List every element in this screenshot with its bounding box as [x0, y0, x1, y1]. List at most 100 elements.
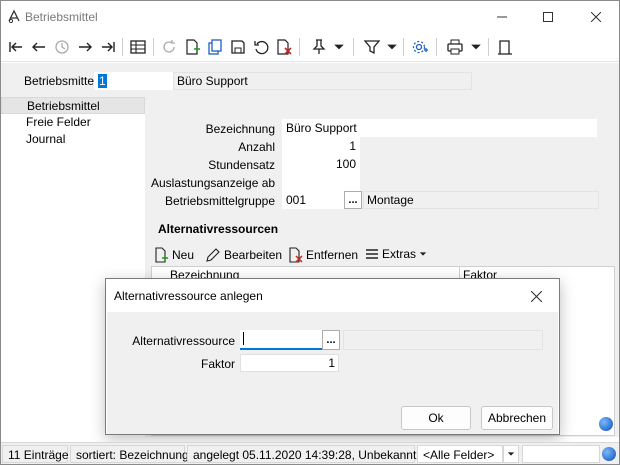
- extras-menu[interactable]: Extras: [365, 247, 427, 261]
- next-record-button[interactable]: [75, 37, 95, 57]
- dialog-title: Alternativressource anlegen: [114, 289, 263, 303]
- caret-down-icon: [387, 44, 397, 50]
- last-record-button[interactable]: [98, 37, 118, 57]
- menu-icon: [366, 249, 378, 259]
- betriebsmittelgruppe-label: Betriebsmittelgruppe: [164, 194, 275, 208]
- auslastung-label: Auslastungsanzeige ab: [151, 176, 276, 190]
- window-title: Betriebsmittel: [25, 10, 98, 24]
- field-filter-select[interactable]: <Alle Felder>: [417, 445, 503, 463]
- first-record-button[interactable]: [6, 37, 26, 57]
- ok-button[interactable]: Ok: [401, 406, 471, 430]
- settings-button[interactable]: [410, 37, 430, 57]
- entfernen-button[interactable]: Entfernen: [287, 247, 358, 263]
- sidebar-item-freie-felder[interactable]: Freie Felder: [1, 114, 145, 131]
- copy-record-button[interactable]: [205, 37, 225, 57]
- caret-down-icon: [471, 44, 481, 50]
- app-icon: [7, 9, 21, 24]
- minimize-icon: [497, 16, 507, 17]
- filter-icon: [363, 40, 381, 55]
- betriebsmittel-id-field[interactable]: 1: [94, 72, 173, 90]
- close-icon: [591, 11, 601, 22]
- delete-icon: [277, 39, 292, 55]
- alternativressource-name-display: [343, 330, 543, 350]
- bezeichnung-field[interactable]: Büro Support: [282, 119, 597, 137]
- refresh-button[interactable]: [159, 37, 179, 57]
- history-button[interactable]: [52, 37, 72, 57]
- pin-icon: [312, 39, 326, 54]
- sidebar-item-journal[interactable]: Journal: [1, 131, 145, 148]
- pencil-icon: [206, 248, 220, 262]
- main-window: Betriebsmittel Betriebsmittel 1 Büro Sup…: [0, 0, 620, 465]
- faktor-label: Faktor: [200, 357, 235, 371]
- save-button[interactable]: [228, 37, 248, 57]
- globe-icon[interactable]: [602, 447, 616, 461]
- printer-icon: [447, 39, 463, 55]
- gruppe-name-display: Montage: [363, 191, 599, 209]
- filter-dropdown[interactable]: [386, 37, 398, 57]
- caret-down-icon: [507, 452, 515, 456]
- status-bar: 11 Einträge sortiert: Bezeichnung angele…: [1, 442, 619, 464]
- betriebsmittelgruppe-field[interactable]: 001: [282, 191, 344, 209]
- bezeichnung-label: Bezeichnung: [205, 122, 275, 136]
- last-icon: [102, 42, 115, 52]
- arrow-right-icon: [79, 42, 92, 52]
- arrow-left-icon: [32, 42, 45, 52]
- betriebsmittel-name-display: Büro Support: [173, 72, 472, 90]
- title-bar: Betriebsmittel: [1, 1, 619, 32]
- maximize-icon: [543, 11, 553, 22]
- new-document-icon: [155, 247, 168, 263]
- save-icon: [231, 40, 245, 54]
- new-record-button[interactable]: [182, 37, 202, 57]
- record-header: Betriebsmittel 1 Büro Support: [1, 63, 619, 97]
- copy-icon: [208, 39, 222, 55]
- table-icon: [130, 40, 146, 54]
- status-globe-icon: [599, 417, 613, 431]
- alternativressourcen-heading: Alternativressourcen: [158, 222, 279, 236]
- alternativressource-label: Alternativressource: [132, 334, 235, 348]
- close-icon: [530, 290, 542, 302]
- faktor-field[interactable]: 1: [240, 354, 339, 372]
- alternativressource-field[interactable]: [240, 330, 322, 350]
- print-dropdown[interactable]: [470, 37, 482, 57]
- alternativressource-lookup-button[interactable]: ...: [322, 330, 340, 350]
- refresh-icon: [163, 40, 175, 53]
- abbrechen-button[interactable]: Abbrechen: [481, 406, 553, 430]
- anzahl-field[interactable]: 1: [282, 137, 360, 155]
- record-count: 11 Einträge: [2, 445, 69, 463]
- door-icon: [498, 40, 512, 55]
- delete-icon: [289, 247, 303, 263]
- pin-button[interactable]: [309, 37, 329, 57]
- exit-button[interactable]: [495, 37, 515, 57]
- search-field[interactable]: [522, 445, 600, 463]
- auslastung-field[interactable]: [282, 173, 360, 191]
- sort-status: sortiert: Bezeichnung: [70, 445, 189, 463]
- stundensatz-label: Stundensatz: [208, 158, 275, 172]
- undo-icon: [254, 40, 269, 55]
- undo-button[interactable]: [251, 37, 271, 57]
- betriebsmittel-label: Betriebsmittel: [24, 74, 97, 88]
- sidebar-item-betriebsmittel[interactable]: Betriebsmittel: [1, 97, 145, 114]
- caret-down-icon: [419, 252, 427, 256]
- minimize-button[interactable]: [479, 1, 525, 32]
- close-window-button[interactable]: [573, 1, 619, 32]
- print-button[interactable]: [445, 37, 465, 57]
- previous-record-button[interactable]: [29, 37, 49, 57]
- dialog-body: Alternativressource ... Faktor 1 Ok Abbr…: [107, 312, 558, 434]
- history-icon: [55, 40, 69, 54]
- maximize-button[interactable]: [525, 1, 571, 32]
- pin-dropdown[interactable]: [333, 37, 345, 57]
- field-filter-dropdown[interactable]: [503, 445, 519, 463]
- anzahl-label: Anzahl: [238, 140, 275, 154]
- new-document-icon: [186, 39, 200, 55]
- first-icon: [9, 42, 22, 52]
- delete-button[interactable]: [274, 37, 294, 57]
- caret-down-icon: [334, 44, 344, 50]
- stundensatz-field[interactable]: 100: [282, 155, 360, 173]
- dialog-close-button[interactable]: [523, 285, 549, 307]
- filter-button[interactable]: [362, 37, 382, 57]
- table-view-button[interactable]: [128, 37, 148, 57]
- alternativressourcen-toolbar: Neu Bearbeiten Entfernen Extras: [151, 244, 615, 266]
- bearbeiten-button[interactable]: Bearbeiten: [205, 247, 282, 263]
- gruppe-lookup-button[interactable]: ...: [344, 191, 362, 209]
- neu-button[interactable]: Neu: [153, 247, 194, 263]
